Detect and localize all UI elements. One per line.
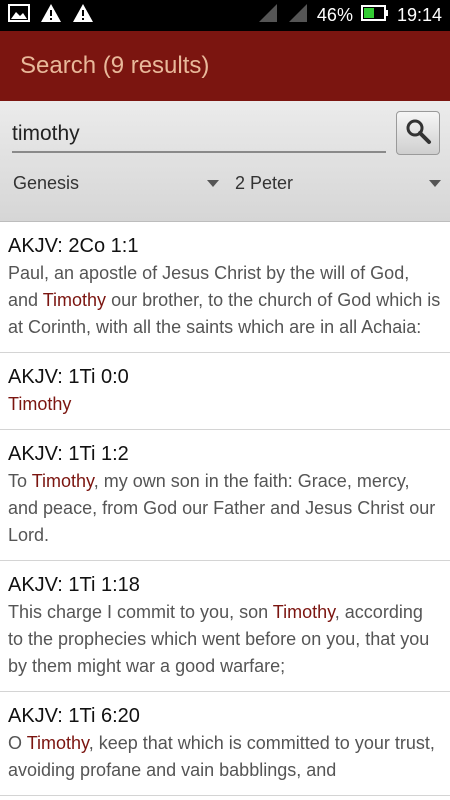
verse-text-segment: To <box>8 471 32 491</box>
signal-icon <box>257 3 279 28</box>
verse-text: To Timothy, my own son in the faith: Gra… <box>8 468 442 549</box>
verse-reference: AKJV: 2Co 1:1 <box>8 235 139 257</box>
from-book-select[interactable]: Genesis <box>13 163 219 203</box>
clock: 19:14 <box>396 5 442 25</box>
signal-icon <box>287 3 309 28</box>
battery-percent: 46% <box>316 5 353 25</box>
to-book-select[interactable]: 2 Peter <box>235 163 441 203</box>
result-item[interactable]: AKJV: 2Co 1:1 Paul, an apostle of Jesus C… <box>0 222 450 353</box>
verse-reference: AKJV: 1Ti 0:0 <box>8 366 129 388</box>
magnifier-icon <box>404 117 432 150</box>
results-list: AKJV: 2Co 1:1 Paul, an apostle of Jesus C… <box>0 222 450 800</box>
result-item[interactable]: AKJV: 1Ti 0:0 Timothy <box>0 353 450 430</box>
verse-text: O Timothy, keep that which is committed … <box>8 730 442 784</box>
warning-icon <box>40 3 62 28</box>
search-match: Timothy <box>8 394 72 414</box>
result-item[interactable]: AKJV: 1Ti 6:20 O Timothy, keep that which… <box>0 692 450 796</box>
app-bar: Search (9 results) <box>0 31 450 101</box>
search-button[interactable] <box>396 111 440 155</box>
search-match: Timothy <box>272 602 335 622</box>
to-book-value: 2 Peter <box>235 172 294 193</box>
verse-reference: AKJV: 1Ti 6:20 <box>8 705 140 727</box>
verse-text: This charge I commit to you, son Timothy… <box>8 599 442 680</box>
verse-reference: AKJV: 1Ti 1:2 <box>8 443 129 465</box>
search-panel: timothy Genesis 2 Peter <box>0 101 450 222</box>
status-bar: 46% 19:14 <box>0 0 450 31</box>
verse-text-segment: O <box>8 733 27 753</box>
result-item[interactable]: AKJV: 1Ti 1:18 This charge I commit to yo… <box>0 561 450 692</box>
image-icon <box>8 4 30 27</box>
search-input[interactable]: timothy <box>12 115 386 153</box>
page-title: Search (9 results) <box>20 52 210 79</box>
from-book-value: Genesis <box>13 172 80 193</box>
verse-reference: AKJV: 1Ti 1:18 <box>8 574 140 596</box>
dropdown-arrow-icon <box>207 180 219 187</box>
battery-icon <box>360 5 389 26</box>
verse-text: Timothy <box>8 391 442 418</box>
search-match: Timothy <box>31 471 94 491</box>
verse-text-segment: This charge I commit to you, son <box>8 602 273 622</box>
search-match: Timothy <box>26 733 89 753</box>
result-item[interactable]: AKJV: 1Ti 1:2 To Timothy, my own son in t… <box>0 430 450 561</box>
warning-icon <box>72 3 94 28</box>
dropdown-arrow-icon <box>429 180 441 187</box>
search-match: Timothy <box>42 290 107 310</box>
verse-text: Paul, an apostle of Jesus Christ by the … <box>8 260 442 341</box>
